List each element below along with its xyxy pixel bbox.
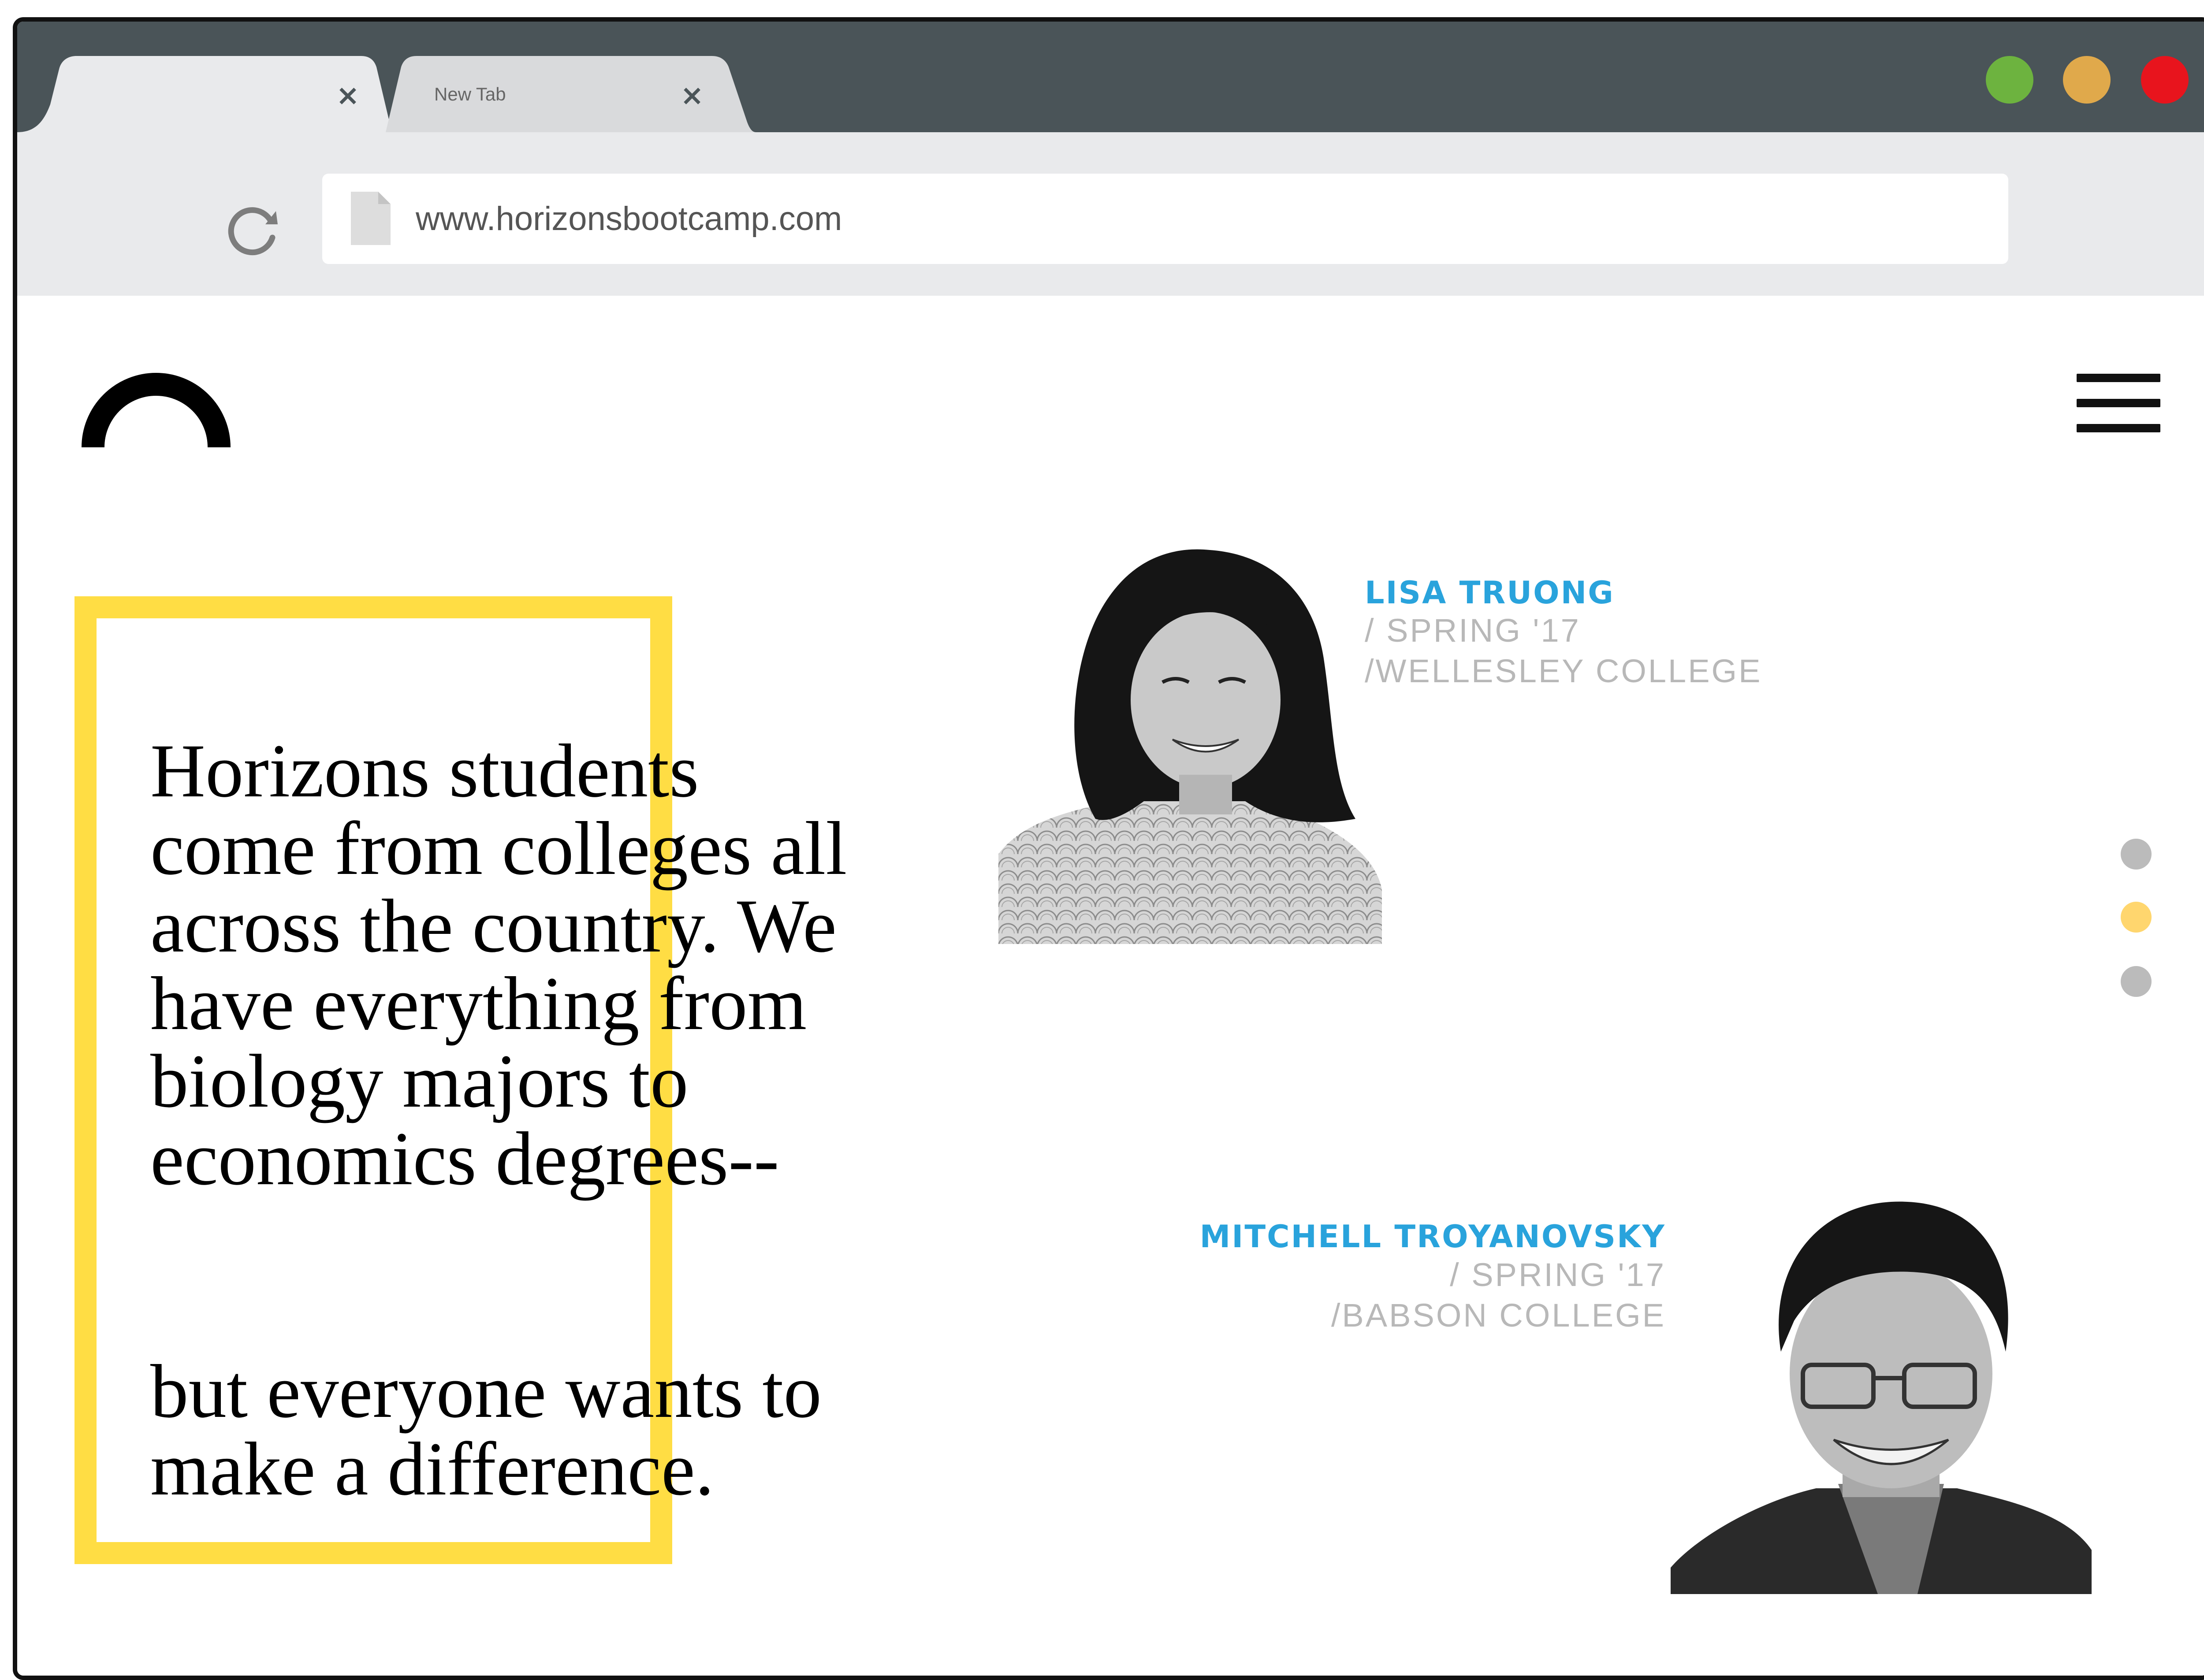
page-icon — [351, 192, 391, 245]
tab-strip: × New Tab × — [17, 22, 2204, 132]
tab-new-tab-title: New Tab — [434, 84, 506, 104]
tab-close-icon[interactable]: × — [332, 74, 363, 118]
tab-close-icon[interactable]: × — [677, 74, 707, 118]
student-college: /BABSON COLLEGE — [1331, 1297, 1666, 1334]
web-page: Horizons students come from colleges all… — [17, 296, 2204, 1676]
student-name: LISA TRUONG — [1365, 575, 1615, 611]
student-term: / SPRING '17 — [1450, 1256, 1666, 1293]
tab-new-tab[interactable]: New Tab × — [386, 56, 756, 132]
address-bar[interactable]: www.horizonsbootcamp.com — [322, 174, 2008, 264]
carousel-dot[interactable] — [2121, 839, 2152, 870]
minimize-window-button[interactable] — [2063, 56, 2111, 104]
horizons-logo-icon[interactable] — [82, 368, 231, 447]
student-name: MITCHELL TROYANOVSKY — [1199, 1219, 1666, 1255]
carousel-dot[interactable] — [2121, 966, 2152, 997]
student-term: / SPRING '17 — [1365, 612, 1581, 649]
tab-active[interactable]: × — [17, 56, 392, 132]
url-text: www.horizonsbootcamp.com — [416, 200, 842, 238]
navigation-toolbar: www.horizonsbootcamp.com — [17, 132, 2204, 296]
carousel-dot-active[interactable] — [2121, 902, 2152, 933]
student-photo-lisa — [998, 537, 1382, 944]
quote-paragraph: but everyone wants to make a difference. — [150, 1349, 822, 1511]
quote-paragraph: Horizons students come from colleges all… — [150, 729, 847, 1201]
close-window-button[interactable] — [2141, 56, 2189, 104]
testimonial-quote: Horizons students come from colleges all… — [150, 655, 988, 1586]
reload-icon[interactable] — [225, 201, 282, 259]
hamburger-menu-icon[interactable] — [2077, 374, 2160, 432]
student-college: /WELLESLEY COLLEGE — [1365, 653, 1762, 689]
browser-window: × New Tab × www.horizonsbootcamp.com Hor… — [13, 17, 2204, 1680]
student-photo-mitchell — [1671, 1197, 2092, 1594]
maximize-window-button[interactable] — [1986, 56, 2033, 104]
